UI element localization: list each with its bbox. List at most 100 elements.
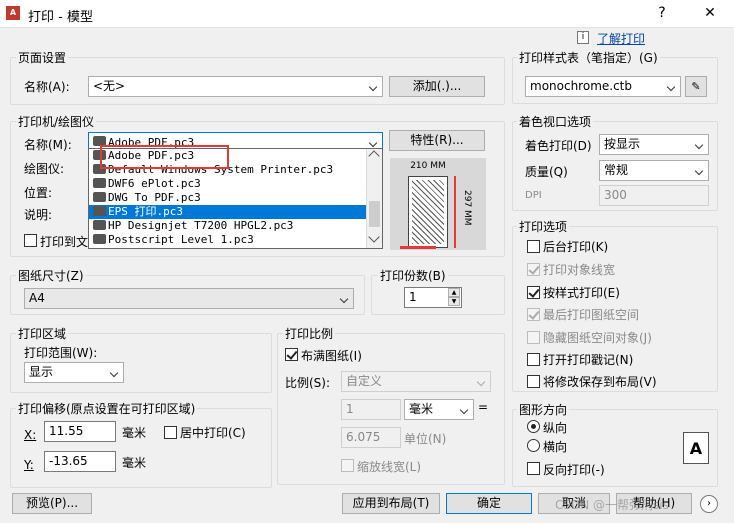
list-item[interactable]: HP Designjet T7200 HPGL2.pc3	[89, 219, 382, 233]
scale-ratio-select[interactable]: 自定义	[341, 371, 491, 392]
paper-height-label: 297 MM	[462, 190, 472, 226]
shade-plot-select[interactable]: 按显示	[599, 134, 709, 155]
scale-unit-select[interactable]: 毫米	[404, 399, 474, 420]
print-to-file-label: 打印到文	[40, 235, 89, 249]
center-plot-label: 居中打印(C)	[180, 426, 246, 440]
print-range-select[interactable]: 显示	[24, 362, 124, 383]
list-item[interactable]: Postscript Level 1.pc3	[89, 233, 382, 247]
page-setup-name-select[interactable]: <无>	[88, 76, 383, 97]
offset-x-label: X:	[24, 428, 37, 442]
option-label: 打开打印戳记(N)	[543, 353, 634, 367]
list-item[interactable]: DWF6 ePlot.pc3	[89, 177, 382, 191]
landscape-label: 横向	[543, 440, 568, 454]
save-changes-checkbox[interactable]	[527, 375, 540, 388]
offset-y-input[interactable]: -13.65	[44, 451, 116, 472]
portrait-page-icon: A	[683, 432, 709, 464]
scroll-down-icon	[368, 231, 380, 243]
dpi-label: DPI	[525, 190, 542, 201]
equals-sign: =	[478, 400, 489, 414]
plot-scale-title: 打印比例	[283, 325, 336, 342]
chevron-down-icon	[691, 161, 708, 180]
shade-plot-label: 着色打印(D)	[525, 139, 592, 153]
background-plot-checkbox[interactable]	[527, 240, 540, 253]
help-title-button[interactable]: ?	[652, 5, 672, 21]
plot-with-styles-checkbox[interactable]	[527, 286, 540, 299]
shaded-viewport-title: 着色视口选项	[517, 113, 594, 130]
reverse-plot-checkbox[interactable]	[527, 462, 540, 475]
print-to-file-checkbox[interactable]	[24, 234, 37, 247]
landscape-radio[interactable]	[527, 439, 540, 452]
description-label: 说明:	[24, 208, 53, 222]
option-label: 最后打印图纸空间	[543, 308, 640, 322]
style-table-title: 打印样式表（笔指定）(G)	[517, 49, 660, 66]
scale-value1-input[interactable]: 1	[341, 399, 401, 420]
scale-lineweights-checkbox[interactable]	[341, 459, 354, 472]
plot-lineweights-checkbox[interactable]	[527, 263, 540, 276]
paper-size-select[interactable]: A4	[24, 288, 354, 309]
chevron-down-icon	[663, 77, 680, 96]
printer-icon	[93, 178, 106, 188]
plot-offset-group	[10, 408, 272, 488]
printer-icon	[93, 234, 106, 244]
paper-preview: 210 MM 297 MM	[390, 158, 486, 250]
option-label: 按样式打印(E)	[543, 286, 620, 300]
printer-name-label: 名称(M):	[24, 138, 72, 152]
page-setup-title: 页面设置	[16, 49, 69, 66]
orientation-title: 图形方向	[517, 401, 570, 418]
fit-to-paper-checkbox[interactable]	[285, 348, 298, 361]
preview-button[interactable]: 预览(P)...	[12, 493, 92, 514]
print-area-title: 打印区域	[16, 325, 69, 342]
add-page-setup-button[interactable]: 添加(.)...	[389, 76, 485, 97]
hide-paperspace-objects-checkbox[interactable]	[527, 331, 540, 344]
highlight-annotation	[100, 145, 229, 169]
center-plot-checkbox[interactable]	[164, 426, 177, 439]
offset-x-input[interactable]: 11.55	[44, 421, 116, 442]
scale-unit-label: 单位(N)	[404, 432, 447, 446]
plotter-label: 绘图仪:	[24, 162, 65, 176]
offset-y-unit: 毫米	[122, 456, 147, 470]
style-table-select[interactable]: monochrome.ctb	[525, 76, 681, 97]
copies-spin-down[interactable]: ▼	[448, 297, 460, 306]
printer-icon	[93, 220, 106, 230]
edit-style-button[interactable]: ✎	[685, 76, 707, 97]
quality-select[interactable]: 常规	[599, 160, 709, 181]
copies-title: 打印份数(B)	[378, 267, 448, 284]
close-button[interactable]: ✕	[700, 5, 720, 21]
learn-print-link[interactable]: 了解打印	[597, 30, 645, 47]
plot-stamp-checkbox[interactable]	[527, 353, 540, 366]
chevron-down-icon	[473, 372, 490, 391]
scale-value2-input[interactable]: 6.075	[341, 427, 401, 448]
scale-lineweights-label: 缩放线宽(L)	[357, 460, 422, 474]
expand-collapse-icon[interactable]: ›	[700, 495, 718, 513]
print-area-hatch	[412, 180, 444, 244]
option-label: 隐藏图纸空间对象(J)	[543, 331, 652, 345]
printer-properties-button[interactable]: 特性(R)...	[389, 130, 485, 151]
quality-label: 质量(Q)	[525, 165, 568, 179]
list-item[interactable]: DWG To PDF.pc3	[89, 191, 382, 205]
bottom-red-mark	[400, 246, 436, 249]
plot-offset-title: 打印偏移(原点设置在可打印区域)	[16, 400, 198, 417]
chevron-down-icon	[336, 289, 353, 308]
scroll-up-icon	[368, 150, 380, 162]
title-bar	[0, 0, 734, 28]
chevron-down-icon	[691, 135, 708, 154]
option-label: 打印对象线宽	[543, 263, 616, 277]
copies-spin-up[interactable]: ▲	[448, 288, 460, 297]
paper-sheet	[408, 176, 448, 248]
apply-to-layout-button[interactable]: 应用到布局(T)	[342, 493, 440, 514]
pencil-edit-icon: ✎	[691, 80, 701, 93]
paper-size-title: 图纸尺寸(Z)	[16, 267, 86, 284]
dpi-input[interactable]: 300	[599, 185, 709, 206]
dropdown-scrollbar[interactable]	[366, 149, 382, 248]
portrait-radio[interactable]	[527, 420, 540, 433]
ok-button[interactable]: 确定	[446, 493, 532, 514]
list-item-selected[interactable]: EPS 打印.pc3	[89, 205, 382, 219]
printer-title: 打印机/绘图仪	[16, 113, 97, 130]
print-range-label: 打印范围(W):	[24, 346, 98, 360]
printer-icon	[93, 206, 106, 216]
portrait-label: 纵向	[543, 421, 568, 435]
location-label: 位置:	[24, 186, 53, 200]
csdn-watermark: CSDN @一帮弥刑sis	[555, 498, 669, 512]
plot-paperspace-last-checkbox[interactable]	[527, 308, 540, 321]
scroll-thumb[interactable]	[369, 201, 380, 227]
